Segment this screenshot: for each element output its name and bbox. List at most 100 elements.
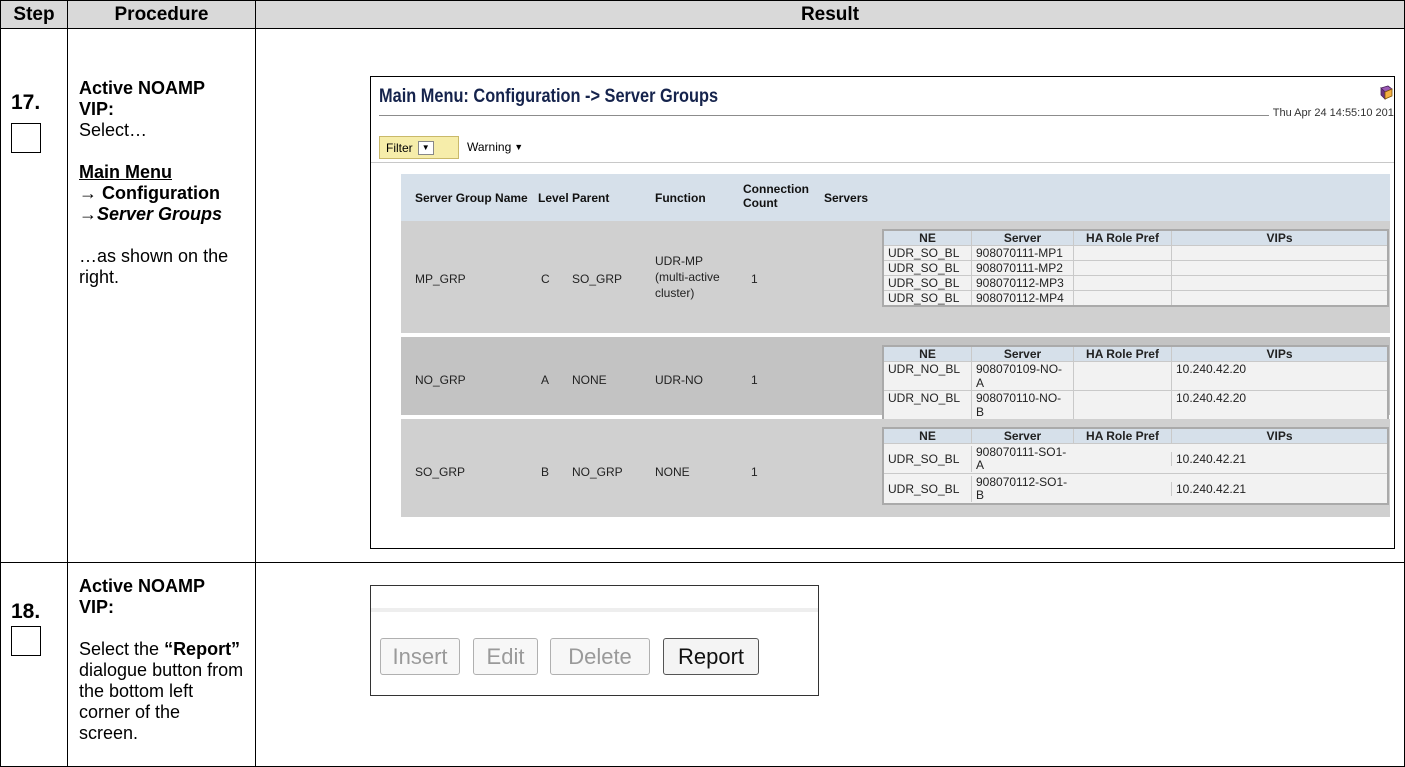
group-name: SO_GRP — [415, 465, 466, 479]
group-level: C — [541, 272, 550, 286]
server-row[interactable]: UDR_SO_BL 908070111-SO1-A 10.240.42.21 — [884, 443, 1387, 473]
server-row[interactable]: UDR_NO_BL 908070110-NO-B 10.240.42.20 — [884, 390, 1387, 419]
col-function[interactable]: Function — [655, 191, 706, 205]
group-name: MP_GRP — [415, 272, 466, 286]
group-parent: NONE — [572, 373, 607, 387]
server-name: 908070112-MP3 — [971, 276, 1073, 290]
servers-subtable: NE Server HA Role Pref VIPs UDR_SO_BL 90… — [882, 229, 1389, 307]
menu-path-server-groups: →Server Groups — [79, 204, 223, 224]
server-ha-role — [1073, 276, 1171, 290]
sub-col-server: Server — [971, 231, 1073, 245]
col-connection-count[interactable]: Connection Count — [743, 182, 809, 210]
server-ne: UDR_SO_BL — [888, 276, 960, 290]
sub-col-ha-role-pref: HA Role Pref — [1073, 231, 1171, 245]
sub-col-server: Server — [971, 429, 1073, 443]
edit-button[interactable]: Edit — [473, 638, 538, 675]
filter-button[interactable]: Filter ▼ — [379, 136, 459, 159]
divider — [1, 28, 1404, 29]
server-row[interactable]: UDR_SO_BL 908070111-MP2 — [884, 260, 1387, 275]
sub-col-ne: NE — [919, 429, 936, 443]
server-vips — [1171, 276, 1387, 290]
server-ne: UDR_SO_BL — [888, 246, 960, 260]
instruction-pre: Select the — [79, 639, 165, 659]
server-ne: UDR_SO_BL — [888, 291, 960, 305]
procedure-table: Step Procedure Result 17. Active NOAMP V… — [0, 0, 1405, 767]
group-function: NONE — [655, 465, 690, 479]
step-procedure: Active NOAMP VIP: Select the “Report” di… — [79, 576, 244, 744]
sub-col-vips: VIPs — [1171, 231, 1387, 245]
step-procedure: Active NOAMP VIP: Select… Main Menu → Co… — [79, 78, 244, 288]
col-servers[interactable]: Servers — [824, 191, 868, 205]
instruction-report: “Report” — [164, 639, 241, 659]
subtable-header: NE Server HA Role Pref VIPs — [884, 231, 1387, 245]
server-ha-role — [1073, 246, 1171, 260]
divider — [255, 1, 256, 766]
servers-subtable: NE Server HA Role Pref VIPs UDR_NO_BL 90… — [882, 345, 1389, 421]
delete-button[interactable]: Delete — [550, 638, 650, 675]
server-name: 908070112-SO1-B — [971, 475, 1073, 502]
sub-col-server: Server — [971, 347, 1073, 361]
divider — [67, 1, 68, 766]
report-button[interactable]: Report — [663, 638, 759, 675]
server-vips: 10.240.42.21 — [1171, 451, 1387, 466]
table-row[interactable]: NO_GRP A NONE UDR-NO 1 NE Server HA Role… — [401, 337, 1390, 421]
server-ha-role — [1073, 261, 1171, 275]
server-row[interactable]: UDR_NO_BL 908070109-NO-A 10.240.42.20 — [884, 361, 1387, 390]
server-vips: 10.240.42.20 — [1171, 362, 1387, 390]
group-function: UDR-MP (multi-active cluster) — [655, 254, 720, 300]
warning-label: Warning — [467, 140, 512, 154]
header-procedure: Procedure — [68, 1, 255, 28]
server-name: 908070112-MP4 — [971, 291, 1073, 305]
note-text: …as shown on the right. — [79, 246, 229, 287]
group-level: A — [541, 373, 550, 387]
table-row[interactable]: SO_GRP B NO_GRP NONE 1 NE Server HA Role… — [401, 419, 1390, 521]
filter-label: Filter — [386, 140, 413, 155]
server-ha-role — [1073, 291, 1171, 305]
menu-path-configuration: → Configuration — [79, 183, 220, 203]
server-ne: UDR_SO_BL — [888, 451, 960, 466]
group-name: NO_GRP — [415, 373, 466, 387]
group-level: B — [541, 465, 550, 479]
help-book-icon[interactable] — [1379, 85, 1393, 100]
step-number: 18. — [11, 600, 41, 623]
server-vips — [1171, 261, 1387, 275]
role-label: Active NOAMP VIP: — [79, 78, 205, 119]
instruction-post: dialogue button from the bottom left cor… — [79, 660, 244, 743]
step-number: 17. — [11, 91, 41, 114]
table-row[interactable]: MP_GRP C SO_GRP UDR-MP (multi-active clu… — [401, 221, 1390, 337]
group-connection-count: 1 — [751, 373, 758, 387]
group-parent: NO_GRP — [572, 465, 623, 479]
title-rule — [379, 115, 1394, 116]
datetime: Thu Apr 24 14:55:10 2014 — [1268, 107, 1394, 119]
col-server-group-name[interactable]: Server Group Name — [415, 191, 528, 205]
server-name: 908070111-SO1-A — [971, 445, 1073, 472]
step-checkbox[interactable] — [11, 123, 41, 153]
header-step: Step — [1, 1, 67, 28]
server-vips — [1171, 291, 1387, 305]
server-name: 908070111-MP2 — [971, 261, 1073, 275]
sub-col-vips: VIPs — [1171, 429, 1387, 443]
col-parent[interactable]: Parent — [572, 191, 609, 205]
group-parent: SO_GRP — [572, 272, 623, 286]
server-ne: UDR_NO_BL — [888, 391, 961, 405]
col-level[interactable]: Level — [538, 191, 569, 205]
dialogue-buttons-screenshot: Insert Edit Delete Report — [370, 585, 819, 696]
server-ne: UDR_NO_BL — [888, 362, 961, 376]
insert-button[interactable]: Insert — [380, 638, 460, 675]
server-row[interactable]: UDR_SO_BL 908070112-SO1-B 10.240.42.21 — [884, 473, 1387, 503]
server-row[interactable]: UDR_SO_BL 908070112-MP4 — [884, 290, 1387, 305]
server-row[interactable]: UDR_SO_BL 908070112-MP3 — [884, 275, 1387, 290]
role-label: Active NOAMP VIP: — [79, 576, 205, 617]
group-function: UDR-NO — [655, 373, 703, 387]
step-checkbox[interactable] — [11, 626, 41, 656]
server-vips: 10.240.42.20 — [1171, 391, 1387, 419]
sub-col-ne: NE — [919, 231, 936, 245]
filter-bar: Filter ▼ Warning ▼ — [371, 136, 1394, 163]
server-vips — [1171, 246, 1387, 260]
server-row[interactable]: UDR_SO_BL 908070111-MP1 — [884, 245, 1387, 260]
header-result: Result — [256, 1, 1404, 28]
warning-button[interactable]: Warning ▼ — [467, 140, 523, 154]
server-vips: 10.240.42.21 — [1171, 481, 1387, 496]
server-name: 908070109-NO-A — [971, 362, 1073, 390]
group-connection-count: 1 — [751, 465, 758, 479]
